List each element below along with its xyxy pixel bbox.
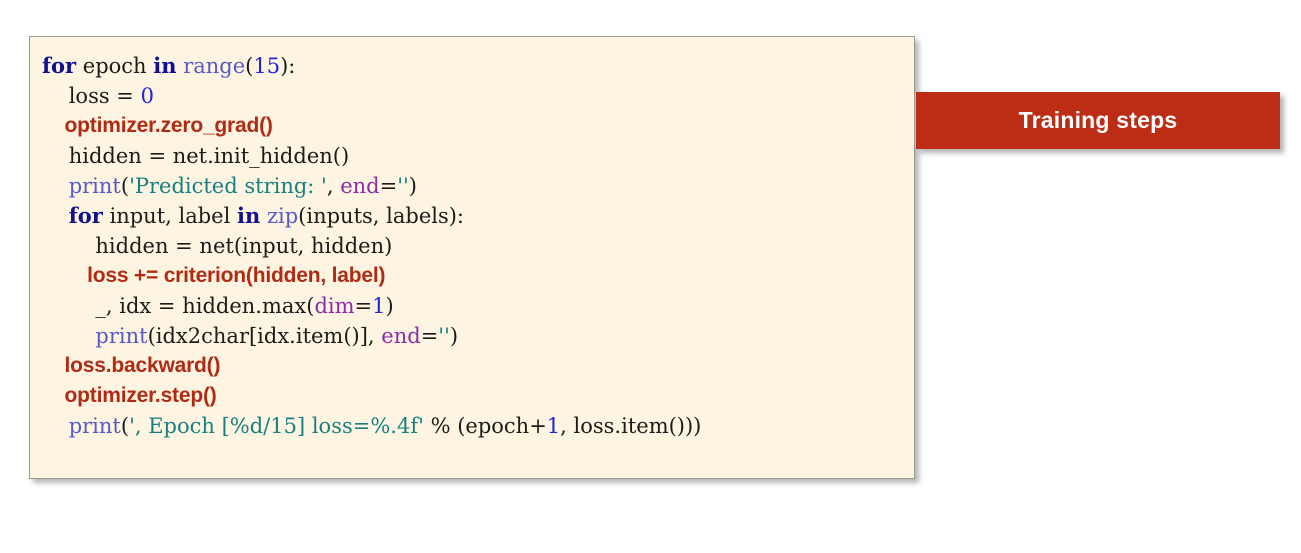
code-token: range (183, 54, 246, 78)
code-token: () (332, 144, 350, 168)
code-token: , (326, 174, 341, 198)
code-token: 1 (372, 294, 386, 318)
code-token: init_hidden (213, 144, 333, 168)
code-token: ) (449, 324, 459, 348)
code-line: loss.backward() (42, 351, 904, 381)
code-token: print (95, 324, 148, 348)
code-token: input, label (102, 204, 237, 228)
code-token: hidden = net. (68, 144, 214, 168)
code-token: hidden = net(input, hidden) (95, 234, 393, 258)
code-token: 0 (140, 84, 154, 108)
code-token: % (epoch+ (423, 414, 547, 438)
training-steps-label: Training steps (1018, 107, 1178, 133)
code-token: loss = (68, 84, 141, 108)
code-block-lines: for epoch in range(15): loss = 0 optimiz… (30, 51, 914, 441)
code-token: ( (120, 414, 130, 438)
code-token: (inputs, labels): (298, 204, 465, 228)
code-line: for input, label in zip(inputs, labels): (42, 201, 904, 231)
code-token: optimizer.step() (64, 384, 217, 407)
code-token: end (381, 324, 421, 348)
code-line: hidden = net(input, hidden) (42, 231, 904, 261)
code-line: print(', Epoch [%d/15] loss=%.4f' % (epo… (42, 411, 904, 441)
code-token: optimizer.zero_grad() (64, 114, 273, 137)
code-token: loss += criterion(hidden, label) (87, 264, 386, 287)
code-token: _, idx = hidden.max( (95, 294, 315, 318)
slide-canvas: for epoch in range(15): loss = 0 optimiz… (0, 0, 1301, 553)
code-token: loss.backward() (64, 354, 221, 377)
code-token: for (68, 203, 103, 228)
code-token: in (237, 203, 261, 228)
code-token: = (354, 294, 373, 318)
code-token: end (340, 174, 380, 198)
code-token: print (68, 174, 121, 198)
code-line: loss = 0 (42, 81, 904, 111)
code-token: dim (314, 294, 355, 318)
code-line: loss += criterion(hidden, label) (42, 261, 904, 291)
code-line: hidden = net.init_hidden() (42, 141, 904, 171)
code-line: optimizer.zero_grad() (42, 111, 904, 141)
code-line: print(idx2char[idx.item()], end='') (42, 321, 904, 351)
code-line: for epoch in range(15): (42, 51, 904, 81)
code-token: '' (397, 174, 409, 198)
code-token: ) (408, 174, 417, 198)
code-token: = (420, 324, 439, 348)
code-line: print('Predicted string: ', end='') (42, 171, 904, 201)
code-token: 'Predicted string: ' (129, 174, 327, 198)
code-token: zip (266, 204, 299, 228)
code-token: ', Epoch [%d/15] loss=%.4f' (129, 414, 424, 438)
code-token: , loss.item())) (560, 414, 702, 438)
code-block-card: for epoch in range(15): loss = 0 optimiz… (29, 36, 915, 479)
code-line: _, idx = hidden.max(dim=1) (42, 291, 904, 321)
code-token: in (153, 53, 177, 78)
code-token: (idx2char[idx.item()], (147, 324, 382, 348)
code-token: print (68, 414, 121, 438)
code-token: ( (120, 174, 130, 198)
code-token: epoch (76, 54, 154, 78)
code-token: 1 (546, 414, 561, 438)
code-token: '' (438, 324, 450, 348)
code-token: = (379, 174, 398, 198)
code-line: optimizer.step() (42, 381, 904, 411)
code-token: ): (280, 54, 296, 78)
code-token: 15 (253, 54, 281, 78)
code-token: for (42, 53, 77, 78)
training-steps-banner: Training steps (916, 92, 1280, 149)
code-token: ) (385, 294, 394, 318)
